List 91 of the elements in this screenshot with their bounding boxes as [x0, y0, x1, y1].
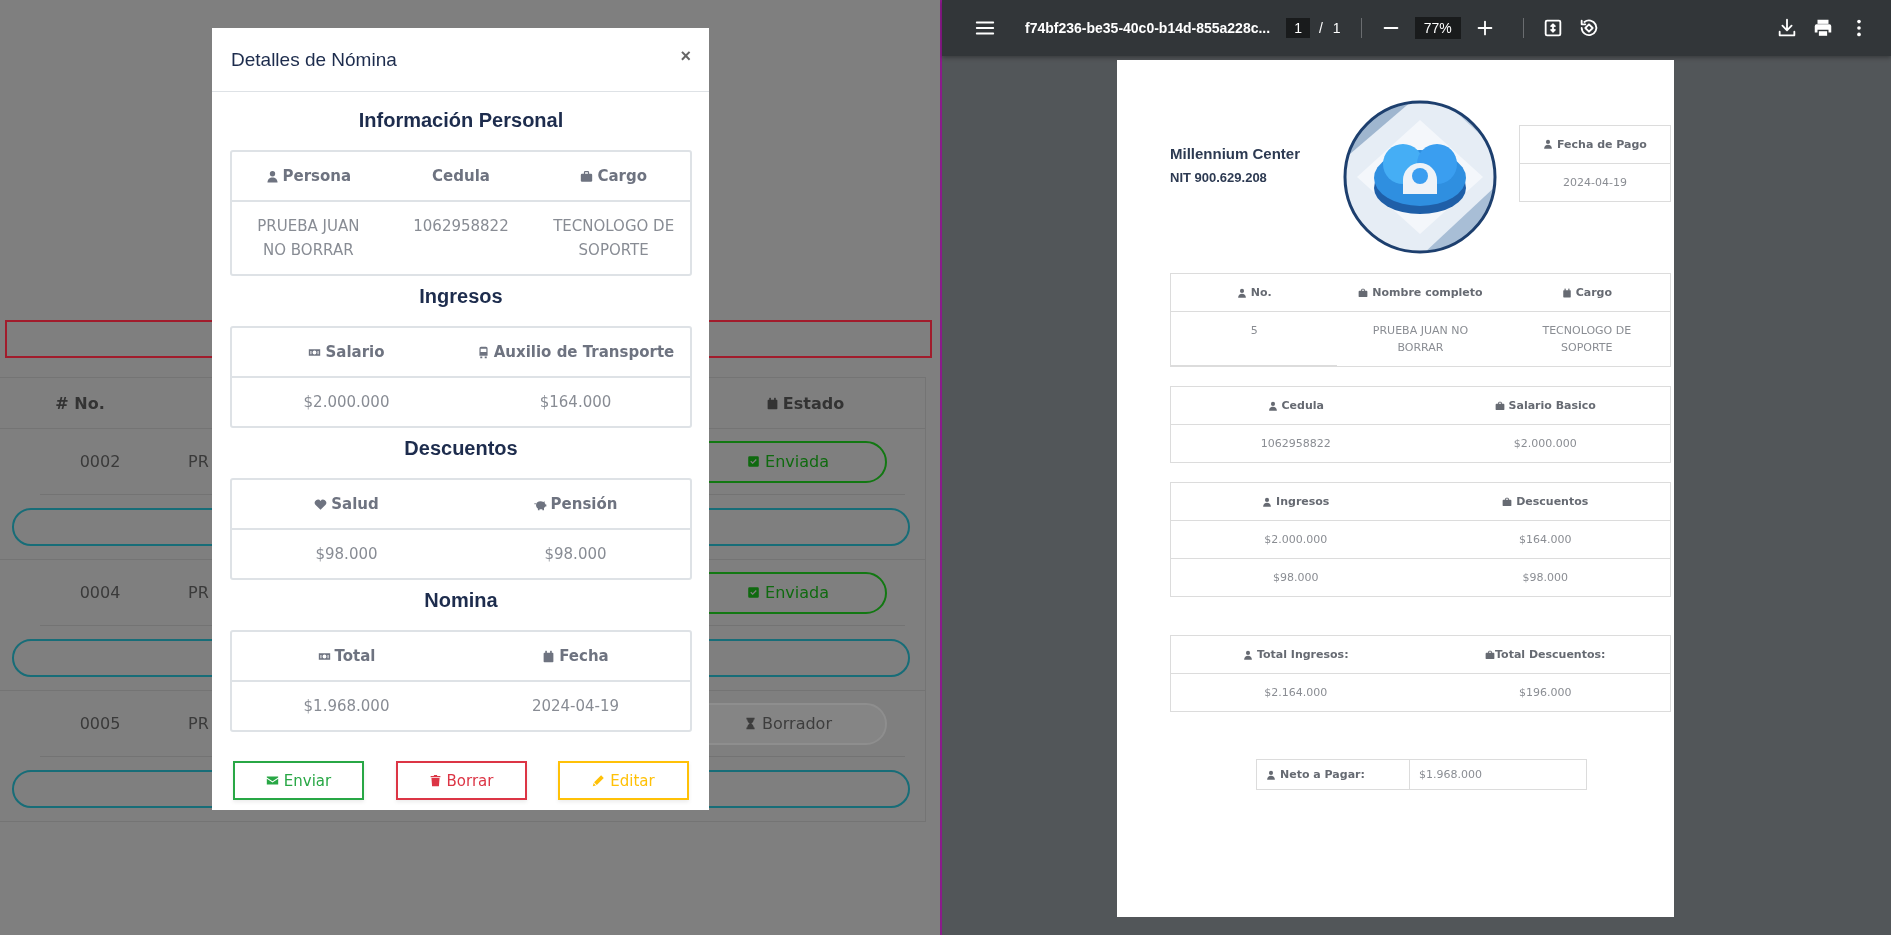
file-name: f74bf236-be35-40c0-b14d-855a228c... — [1025, 20, 1271, 36]
heart-icon — [314, 497, 328, 511]
page-number-field[interactable]: 1 — [1286, 18, 1310, 38]
person-icon — [265, 169, 279, 183]
close-button[interactable]: × — [680, 46, 691, 67]
envelope-icon — [265, 774, 279, 787]
column-header: Cedula — [1281, 398, 1324, 414]
table-cell-text: $2.164.000 — [1264, 685, 1328, 701]
download-icon[interactable] — [1776, 17, 1798, 39]
column-header: Cargo — [597, 166, 647, 187]
table-cell-text: $196.000 — [1519, 685, 1572, 701]
row-header: Neto a Pagar: — [1280, 768, 1365, 781]
briefcase-icon — [1494, 400, 1505, 411]
table-cell-text: $164.000 — [1519, 532, 1572, 548]
edit-button[interactable]: Editar — [558, 761, 689, 800]
table-cell-text: 1062958822 — [1260, 436, 1331, 452]
section-title: Descuentos — [404, 437, 518, 460]
table-cell-text: $164.000 — [539, 392, 612, 413]
column-header: Nombre completo — [1372, 285, 1483, 301]
table-cell: $1.968.000 — [1419, 768, 1482, 781]
table-cell: PR — [188, 452, 209, 471]
hourglass-icon — [744, 717, 757, 730]
table-cell-text: 1062958822 — [413, 216, 509, 237]
print-icon[interactable] — [1812, 17, 1834, 39]
table-cell-text: PRUEBA JUAN NO BORRAR — [1371, 323, 1470, 356]
send-button[interactable]: Enviar — [233, 761, 364, 800]
company-id: NIT 900.629.208 — [1170, 170, 1268, 185]
table-cell-text: $2.000.000 — [1513, 436, 1577, 452]
checkbox-icon — [747, 455, 761, 468]
table-cell-text: TECNOLOGO DE SOPORTE — [552, 216, 676, 261]
column-header: Cedula — [432, 166, 490, 187]
column-header: Total Ingresos: — [1256, 647, 1349, 663]
table-cell: 0002 — [79, 452, 121, 471]
column-header: Salud — [331, 494, 379, 515]
table-cell: PR — [188, 714, 209, 733]
table-cell-text: 2024-04-19 — [531, 696, 620, 717]
person-icon — [1543, 139, 1553, 149]
table-cell-text: $2.000.000 — [303, 392, 390, 413]
column-header: Cargo — [1575, 285, 1612, 301]
person-icon — [1266, 769, 1276, 780]
calendar-icon — [765, 396, 779, 410]
table-cell: 0005 — [79, 714, 121, 733]
table-cell-text: $98.000 — [544, 544, 607, 565]
table-cell-text: 5 — [1250, 323, 1258, 339]
section-title: Información Personal — [358, 109, 564, 132]
section-title: Nomina — [424, 589, 498, 612]
calendar-icon — [542, 649, 556, 663]
person-icon — [1236, 287, 1247, 298]
column-header: Total Descuentos: — [1495, 647, 1606, 663]
person-icon — [1242, 649, 1253, 660]
table-cell-text: 2024-04-19 — [1563, 174, 1627, 191]
column-header: Salario — [325, 342, 385, 363]
table-cell: 0004 — [79, 583, 121, 602]
column-header: Descuentos — [1516, 494, 1589, 510]
dialog-title: Detalles de Nómina — [231, 48, 397, 71]
pencil-icon — [592, 774, 606, 787]
table-cell-text: $98.000 — [1273, 570, 1319, 586]
checkbox-icon — [747, 586, 761, 599]
page-count: 1 — [1332, 20, 1341, 36]
briefcase-icon — [1502, 496, 1513, 507]
table-cell-text: $98.000 — [315, 544, 378, 565]
table-cell-text: $1.968.000 — [303, 696, 390, 717]
table-cell-text: $98.000 — [1522, 570, 1568, 586]
trash-icon — [428, 774, 442, 787]
zoom-field[interactable]: 77% — [1414, 17, 1461, 39]
column-header: No. — [1250, 285, 1272, 301]
column-header: Salario Basico — [1508, 398, 1596, 414]
table-cell-text: TECNOLOGO DE SOPORTE — [1541, 323, 1633, 356]
delete-button[interactable]: Borrar — [395, 761, 527, 800]
page-separator: / — [1318, 20, 1323, 36]
column-header: Auxilio de Transporte — [493, 342, 675, 363]
column-header: Total — [334, 646, 376, 667]
column-header: Ingresos — [1276, 494, 1330, 510]
calendar-icon — [1561, 287, 1572, 298]
person-icon — [1267, 400, 1278, 411]
column-header: Fecha de Pago — [1557, 136, 1647, 153]
company-name: Millennium Center — [1170, 145, 1301, 162]
briefcase-icon — [580, 169, 594, 183]
column-header: Pensión — [550, 494, 618, 515]
bus-icon — [476, 345, 490, 359]
table-cell-text: PRUEBA JUAN NO BORRAR — [256, 216, 361, 261]
column-header: Estado — [782, 393, 845, 413]
column-header: Fecha — [559, 646, 609, 667]
column-header: # No. — [55, 393, 105, 413]
person-icon — [1262, 496, 1273, 507]
section-title: Ingresos — [419, 285, 503, 308]
briefcase-icon — [1485, 649, 1496, 660]
table-cell: PR — [188, 583, 209, 602]
column-header: Persona — [282, 166, 352, 187]
table-cell-text: $2.000.000 — [1264, 532, 1328, 548]
briefcase-icon — [1358, 287, 1369, 298]
